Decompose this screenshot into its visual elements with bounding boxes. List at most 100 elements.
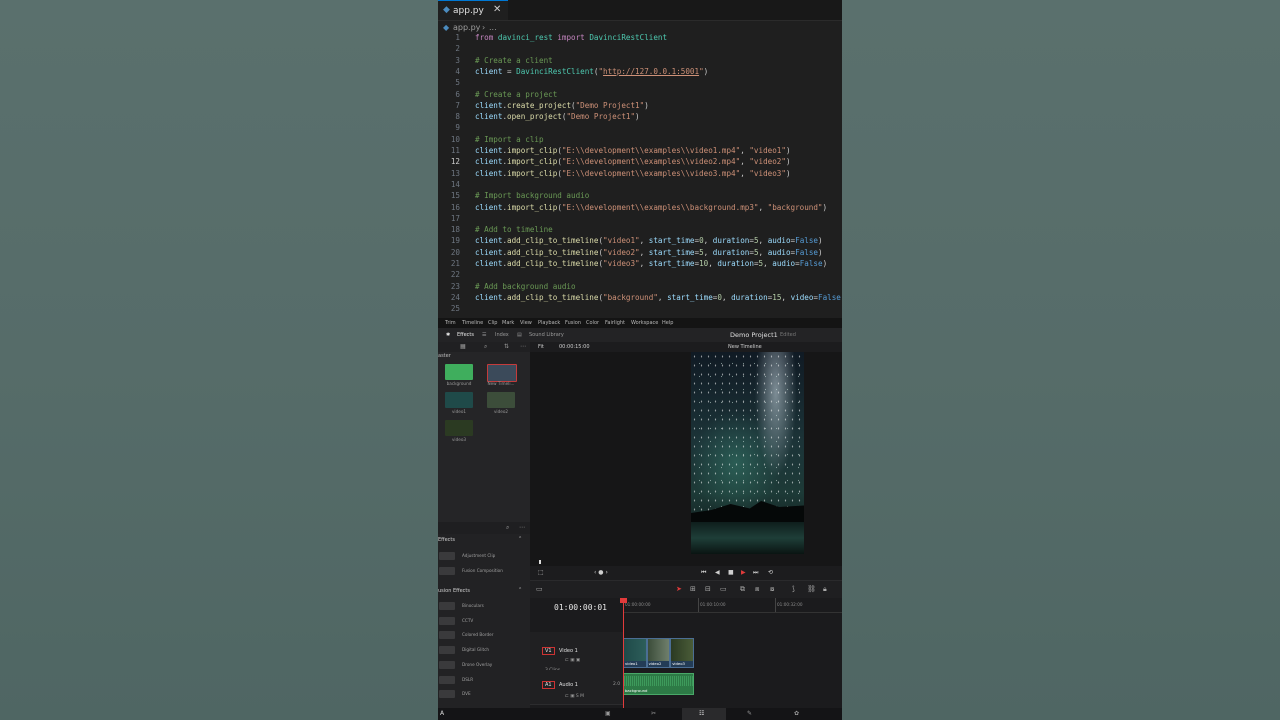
skip-end-icon[interactable]: ⏭ bbox=[753, 569, 758, 577]
replace-clip-icon[interactable]: ⧇ bbox=[770, 585, 774, 594]
sort-icon[interactable]: ⇅ bbox=[504, 343, 509, 350]
skip-start-icon[interactable]: ⏮ bbox=[701, 569, 706, 577]
code-line[interactable]: 4 client = DavinciRestClient("http://127.… bbox=[438, 67, 842, 78]
code-line[interactable]: 6 # Create a project bbox=[438, 90, 842, 101]
code-line[interactable]: 17 bbox=[438, 214, 842, 225]
audio-clip[interactable]: background bbox=[623, 673, 694, 695]
code-line[interactable]: 11 client.import_clip("E:\\development\\e… bbox=[438, 146, 842, 157]
zoom-fit[interactable]: Fit bbox=[538, 344, 544, 350]
effects-icon[interactable]: ✱ bbox=[446, 332, 450, 338]
menu-item-clip[interactable]: Clip bbox=[488, 320, 497, 326]
lock-icon[interactable]: 🔒︎ bbox=[823, 585, 827, 594]
track-controls[interactable]: ⊏ ▣ ▣ bbox=[565, 658, 580, 663]
code-line[interactable]: 1 from davinci_rest import DavinciRestCli… bbox=[438, 33, 842, 44]
close-icon[interactable]: ✕ bbox=[493, 4, 501, 15]
menu-item-mark[interactable]: Mark bbox=[502, 320, 514, 326]
menu-item-workspace[interactable]: Workspace bbox=[631, 320, 658, 326]
menu-item-view[interactable]: View bbox=[520, 320, 532, 326]
timeline-view-icon[interactable]: ▭ bbox=[536, 585, 543, 593]
timeline-ruler[interactable]: 01:00:00:00 01:00:10:00 01:00:32:00 bbox=[623, 598, 842, 613]
breadcrumb-file[interactable]: app.py bbox=[453, 23, 480, 32]
track-controls[interactable]: ⊏ ▣ S M bbox=[565, 694, 584, 699]
tab-app-py[interactable]: ◆ app.py ✕ bbox=[438, 0, 508, 20]
sound-library-icon[interactable]: ▤ bbox=[517, 332, 522, 338]
code-line[interactable]: 18 # Add to timeline bbox=[438, 225, 842, 236]
code-line[interactable]: 24 client.add_clip_to_timeline("backgroun… bbox=[438, 293, 842, 304]
collapse-icon[interactable]: ⌃ bbox=[518, 536, 522, 542]
cut-page-icon[interactable]: ✂ bbox=[651, 710, 656, 717]
code-line[interactable]: 20 client.add_clip_to_timeline("video2", … bbox=[438, 248, 842, 259]
effect-item[interactable]: Colored Border bbox=[438, 629, 524, 641]
code-line[interactable]: 2 bbox=[438, 44, 842, 55]
video-clip[interactable]: video1 bbox=[623, 638, 647, 668]
overwrite-clip-icon[interactable]: ⧈ bbox=[755, 585, 759, 594]
effect-item[interactable]: Binoculars bbox=[438, 600, 524, 612]
more-icon[interactable]: ⋯ bbox=[520, 343, 526, 350]
dynamic-trim-icon[interactable]: ⊟ bbox=[705, 585, 711, 593]
effect-item[interactable]: Drone Overlay bbox=[438, 659, 524, 671]
track-header-a1[interactable]: A1 Audio 1 2.0 ⊏ ▣ S M bbox=[530, 670, 623, 705]
trim-tool-icon[interactable]: ⊞ bbox=[690, 585, 696, 593]
play-reverse-icon[interactable]: ◀ bbox=[715, 569, 720, 576]
media-page-icon[interactable]: ▣ bbox=[605, 710, 611, 717]
effect-item[interactable]: CCTV bbox=[438, 615, 524, 627]
effect-item[interactable]: Adjustment Clip bbox=[438, 550, 524, 562]
menu-item-playback[interactable]: Playback bbox=[538, 320, 560, 326]
viewer-scrubber[interactable] bbox=[530, 558, 842, 566]
jog-icon[interactable]: ‹ ● › bbox=[594, 569, 608, 576]
code-line[interactable]: 22 bbox=[438, 270, 842, 281]
code-line[interactable]: 7 client.create_project("Demo Project1") bbox=[438, 101, 842, 112]
menu-item-timeline[interactable]: Timeline bbox=[462, 320, 483, 326]
insert-clip-icon[interactable]: ⧉ bbox=[740, 585, 745, 594]
media-clip-thumbnail[interactable] bbox=[445, 364, 473, 380]
menu-item-fusion[interactable]: Fusion bbox=[565, 320, 581, 326]
code-line[interactable]: 14 bbox=[438, 180, 842, 191]
collapse-icon[interactable]: ⌃ bbox=[518, 587, 522, 593]
index-icon[interactable]: ☰ bbox=[482, 332, 486, 338]
menu-item-trim[interactable]: Trim bbox=[445, 320, 456, 326]
track-header-v1[interactable]: V1 Video 1 ⊏ ▣ ▣ 3 Clips bbox=[530, 632, 623, 673]
viewer-mode-icon[interactable]: ⬚ bbox=[538, 569, 544, 576]
loop-icon[interactable]: ⟲ bbox=[768, 569, 773, 576]
grid-view-icon[interactable]: ▦ bbox=[460, 343, 466, 350]
code-line[interactable]: 21 client.add_clip_to_timeline("video3", … bbox=[438, 259, 842, 270]
media-clip-thumbnail[interactable] bbox=[487, 392, 515, 408]
edit-page-icon[interactable]: ☷ bbox=[699, 710, 704, 717]
code-line[interactable]: 9 bbox=[438, 123, 842, 134]
fusion-page-icon[interactable]: ✎ bbox=[747, 710, 752, 717]
effect-item[interactable]: Fusion Composition bbox=[438, 565, 524, 577]
effects-tab[interactable]: Effects bbox=[457, 332, 474, 338]
search-icon[interactable]: ⌕ bbox=[484, 343, 487, 351]
code-line[interactable]: 5 bbox=[438, 78, 842, 89]
menu-item-fairlight[interactable]: Fairlight bbox=[605, 320, 625, 326]
more-icon[interactable]: ⋯ bbox=[519, 524, 525, 531]
code-line[interactable]: 15 # Import background audio bbox=[438, 191, 842, 202]
selection-tool-icon[interactable]: ➤ bbox=[676, 585, 682, 593]
search-icon[interactable]: ⌕ bbox=[506, 524, 509, 532]
effect-item[interactable]: DVE bbox=[438, 688, 524, 700]
code-line[interactable]: 19 client.add_clip_to_timeline("video1", … bbox=[438, 236, 842, 247]
code-line[interactable]: 3 # Create a client bbox=[438, 56, 842, 67]
code-line[interactable]: 16 client.import_clip("E:\\development\\e… bbox=[438, 203, 842, 214]
breadcrumb-rest[interactable]: ... bbox=[489, 23, 497, 32]
playhead-handle[interactable] bbox=[620, 598, 627, 603]
snapping-icon[interactable]: ⟆ bbox=[792, 585, 795, 593]
media-clip-thumbnail[interactable] bbox=[445, 420, 473, 436]
sound-library-tab[interactable]: Sound Library bbox=[529, 332, 564, 338]
blade-tool-icon[interactable]: ▭ bbox=[720, 585, 727, 593]
color-page-icon[interactable]: ✿ bbox=[794, 710, 799, 717]
effect-item[interactable]: DSLR bbox=[438, 674, 524, 686]
menu-item-help[interactable]: Help bbox=[662, 320, 673, 326]
code-line[interactable]: 13 client.import_clip("E:\\development\\e… bbox=[438, 169, 842, 180]
effect-item[interactable]: Digital Glitch bbox=[438, 644, 524, 656]
scrubber-handle[interactable] bbox=[539, 560, 541, 564]
code-line[interactable]: 23 # Add background audio bbox=[438, 282, 842, 293]
code-line[interactable]: 25 bbox=[438, 304, 842, 315]
video-clip[interactable]: video2 bbox=[646, 638, 671, 668]
media-clip-thumbnail[interactable] bbox=[487, 364, 517, 382]
code-line[interactable]: 10 # Import a clip bbox=[438, 135, 842, 146]
code-area[interactable]: 1 from davinci_rest import DavinciRestCli… bbox=[438, 33, 842, 318]
menu-item-color[interactable]: Color bbox=[586, 320, 599, 326]
stop-icon[interactable]: ■ bbox=[728, 569, 734, 576]
code-line[interactable]: 12 client.import_clip("E:\\development\\e… bbox=[438, 157, 842, 168]
